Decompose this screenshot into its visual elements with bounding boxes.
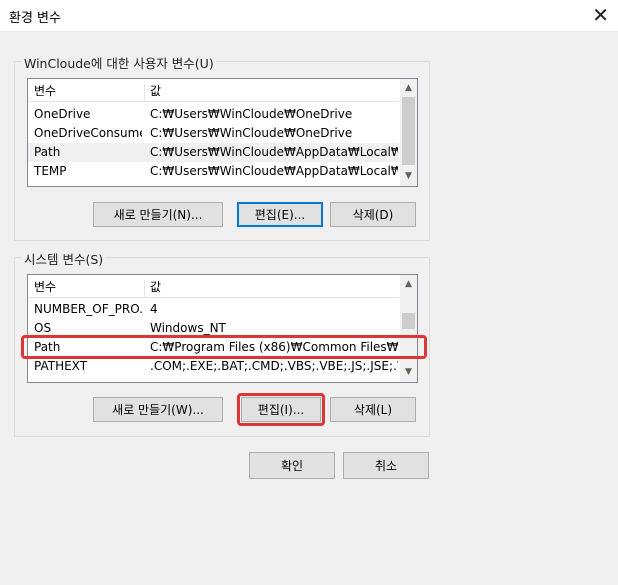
- close-icon[interactable]: ✕: [592, 2, 609, 28]
- scroll-down-icon[interactable]: ▼: [400, 168, 417, 185]
- system-variables-list[interactable]: 변수 값 NUMBER_OF_PRO... 4 OS Windows_NT Pa…: [27, 274, 418, 383]
- list-item[interactable]: TEMP C:₩Users₩WinCloude₩AppData₩Local₩Te…: [28, 162, 399, 181]
- cancel-button[interactable]: 취소: [343, 452, 429, 479]
- scroll-down-icon[interactable]: ▼: [400, 364, 417, 381]
- header-value[interactable]: 값: [150, 82, 398, 101]
- scroll-up-icon[interactable]: ▲: [400, 80, 417, 97]
- list-item[interactable]: OneDriveConsumer C:₩Users₩WinCloude₩OneD…: [28, 124, 399, 143]
- vertical-scrollbar[interactable]: ▲ ▼: [400, 79, 417, 186]
- header-name[interactable]: 변수: [34, 278, 142, 297]
- list-item-selected[interactable]: Path C:₩Users₩WinCloude₩AppData₩Local₩Mi…: [28, 143, 399, 162]
- system-new-button[interactable]: 새로 만들기(W)...: [93, 397, 223, 422]
- user-variables-label: WinCloude에 대한 사용자 변수(U): [22, 53, 216, 72]
- ok-button[interactable]: 확인: [249, 452, 335, 479]
- scroll-up-icon[interactable]: ▲: [400, 276, 417, 293]
- list-item[interactable]: NUMBER_OF_PRO... 4: [28, 300, 399, 319]
- scroll-thumb[interactable]: [402, 313, 415, 329]
- user-delete-button[interactable]: 삭제(D): [330, 202, 416, 227]
- window-title: 환경 변수: [9, 11, 61, 26]
- list-header: 변수 값: [28, 278, 399, 297]
- user-new-button[interactable]: 새로 만들기(N)...: [93, 202, 223, 227]
- edit-button-highlight: [237, 393, 325, 426]
- user-variables-list[interactable]: 변수 값 OneDrive C:₩Users₩WinCloude₩OneDriv…: [27, 78, 418, 187]
- list-item[interactable]: OneDrive C:₩Users₩WinCloude₩OneDrive: [28, 105, 399, 124]
- path-row-highlight: [21, 335, 427, 359]
- vertical-scrollbar[interactable]: ▲ ▼: [400, 275, 417, 382]
- list-header: 변수 값: [28, 82, 399, 101]
- user-edit-button[interactable]: 편집(E)...: [237, 202, 323, 227]
- list-item[interactable]: PATHEXT .COM;.EXE;.BAT;.CMD;.VBS;.VBE;.J…: [28, 357, 399, 376]
- title-bar: 환경 변수 ✕: [0, 0, 618, 32]
- header-value[interactable]: 값: [150, 278, 398, 297]
- header-name[interactable]: 변수: [34, 82, 142, 101]
- system-delete-button[interactable]: 삭제(L): [330, 397, 416, 422]
- system-variables-label: 시스템 변수(S): [22, 249, 106, 268]
- scroll-thumb[interactable]: [402, 97, 415, 165]
